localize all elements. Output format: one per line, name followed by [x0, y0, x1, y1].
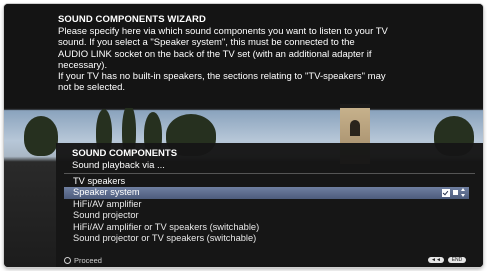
- menu-item-hifi-av-amplifier[interactable]: HiFi/AV amplifier: [64, 199, 469, 210]
- help-panel: SOUND COMPONENTS WIZARD Please specify h…: [4, 4, 483, 108]
- selection-icons: [442, 187, 465, 198]
- back-button[interactable]: ◄◄: [428, 257, 444, 263]
- menu-title: SOUND COMPONENTS: [72, 148, 178, 159]
- proceed-hint[interactable]: Proceed: [64, 256, 102, 265]
- menu-list: TV speakers Speaker system HiFi/AV ampli…: [64, 176, 469, 244]
- menu-item-speaker-system[interactable]: Speaker system: [64, 187, 469, 199]
- checkbox-checked-icon[interactable]: [442, 188, 450, 197]
- menu-item-sound-projector[interactable]: Sound projector: [64, 210, 469, 221]
- menu-item-projector-or-tv-speakers[interactable]: Sound projector or TV speakers (switchab…: [64, 233, 469, 244]
- help-text-line: Please specify here via which sound comp…: [58, 26, 388, 37]
- menu-divider: [64, 173, 475, 174]
- help-text-line: If your TV has no built-in speakers, the…: [58, 71, 386, 83]
- help-text-line: sound. If you select a "Speaker system",…: [58, 37, 355, 49]
- help-title: SOUND COMPONENTS WIZARD: [58, 14, 206, 25]
- menu-item-hifi-or-tv-speakers[interactable]: HiFi/AV amplifier or TV speakers (switch…: [64, 222, 469, 233]
- help-text-line: necessary).: [58, 59, 108, 71]
- menu-subtitle: Sound playback via ...: [72, 160, 165, 171]
- help-text-line: AUDIO LINK socket on the back of the TV …: [58, 48, 372, 60]
- menu-item-label: HiFi/AV amplifier or TV speakers (switch…: [73, 221, 260, 232]
- menu-item-label: Sound projector: [73, 210, 139, 221]
- speaker-icon: [453, 190, 458, 196]
- tree-decoration: [24, 116, 58, 156]
- menu-item-label: Speaker system: [73, 187, 140, 198]
- menu-header: SOUND COMPONENTS Sound playback via ...: [72, 148, 177, 171]
- ok-circle-icon: [64, 257, 71, 264]
- menu-item-label: TV speakers: [73, 176, 126, 186]
- menu-item-label: Sound projector or TV speakers (switchab…: [73, 232, 257, 243]
- proceed-label: Proceed: [74, 256, 102, 265]
- footer-bar: Proceed ◄◄ END: [4, 255, 483, 267]
- menu-item-label: HiFi/AV amplifier: [73, 198, 142, 209]
- up-down-arrows-icon: [461, 188, 465, 198]
- menu-item-tv-speakers[interactable]: TV speakers: [64, 176, 469, 187]
- sound-components-menu: SOUND COMPONENTS Sound playback via ... …: [56, 143, 483, 267]
- end-button[interactable]: END: [448, 257, 466, 263]
- tower-window: [350, 120, 360, 136]
- help-text-line: not be selected.: [58, 82, 126, 94]
- tv-screen: SOUND COMPONENTS WIZARD Please specify h…: [4, 4, 483, 267]
- tv-bezel: SOUND COMPONENTS WIZARD Please specify h…: [0, 0, 487, 271]
